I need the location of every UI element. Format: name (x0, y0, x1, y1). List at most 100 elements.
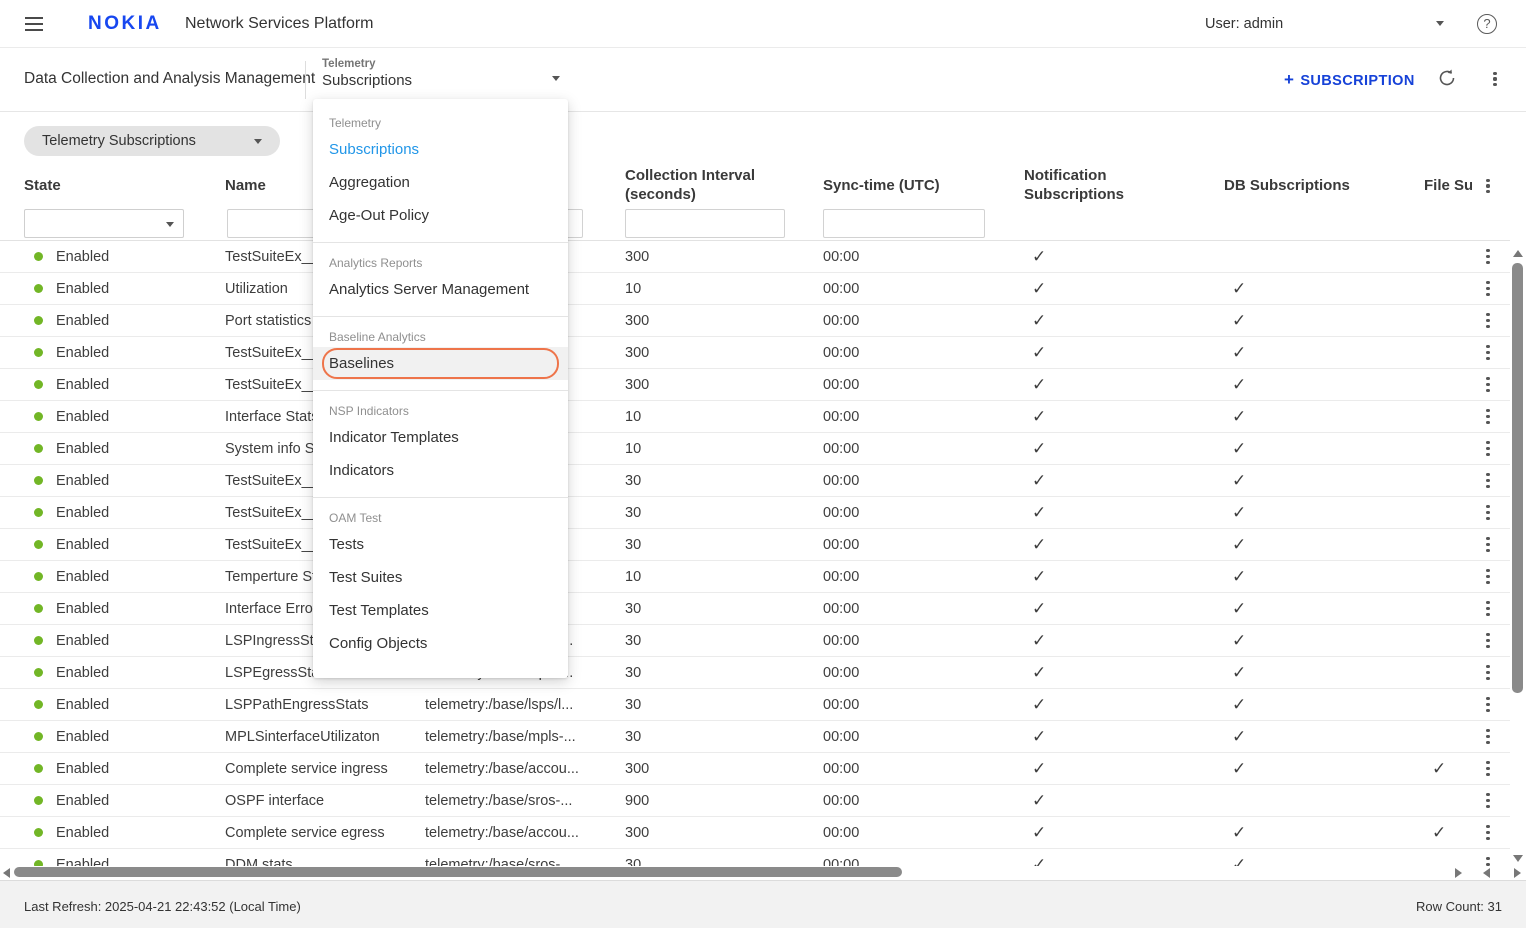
horizontal-scrollbar[interactable] (0, 866, 1526, 879)
add-subscription-button[interactable]: +SUBSCRIPTION (1284, 70, 1415, 90)
sync-time-filter-input[interactable] (823, 209, 985, 238)
menu-item-analytics-server-management[interactable]: Analytics Server Management (313, 273, 568, 306)
table-row[interactable]: EnabledPort statistics...30000:00✓✓ (0, 305, 1510, 337)
view-selector-pill[interactable]: Telemetry Subscriptions (24, 126, 280, 156)
column-header-db[interactable]: DB Subscriptions (1224, 177, 1424, 196)
menu-item-age-out-policy[interactable]: Age-Out Policy (313, 199, 568, 232)
table-row[interactable]: EnabledOSPF interfacetelemetry:/base/sro… (0, 785, 1510, 817)
vertical-scrollbar-thumb[interactable] (1512, 263, 1523, 693)
row-actions-kebab-icon[interactable] (1481, 408, 1495, 426)
table-row[interactable]: EnabledSystem info St...1000:00✓✓ (0, 433, 1510, 465)
row-actions-kebab-icon[interactable] (1481, 280, 1495, 298)
scroll-right-icon[interactable] (1455, 868, 1462, 878)
interval-cell: 300 (625, 761, 823, 777)
column-header-notif[interactable]: Notification Subscriptions (1024, 167, 1224, 205)
row-actions-kebab-icon[interactable] (1481, 312, 1495, 330)
user-menu-label[interactable]: User: admin (1205, 16, 1283, 32)
row-actions-kebab-icon[interactable] (1481, 248, 1495, 266)
table-row[interactable]: EnabledUtilization...1000:00✓✓ (0, 273, 1510, 305)
table-row[interactable]: EnabledTemperture St...1000:00✓✓ (0, 561, 1510, 593)
row-actions-kebab-icon[interactable] (1481, 536, 1495, 554)
table-row[interactable]: EnabledComplete service ingresstelemetry… (0, 753, 1510, 785)
row-actions-kebab-icon[interactable] (1481, 792, 1495, 810)
state-label: Enabled (56, 697, 109, 713)
state-cell: Enabled (24, 633, 225, 649)
horizontal-scrollbar-thumb[interactable] (14, 867, 902, 877)
table-row[interactable]: EnabledComplete service egresstelemetry:… (0, 817, 1510, 849)
row-actions-cell (1472, 344, 1510, 362)
row-actions-kebab-icon[interactable] (1481, 760, 1495, 778)
menu-item-indicator-templates[interactable]: Indicator Templates (313, 421, 568, 454)
table-row[interactable]: EnabledInterface Stats...1000:00✓✓ (0, 401, 1510, 433)
interval-filter-input[interactable] (625, 209, 785, 238)
menu-item-indicators[interactable]: Indicators (313, 454, 568, 487)
refresh-icon[interactable] (1437, 68, 1457, 88)
menu-section-telemetry: TelemetrySubscriptionsAggregationAge-Out… (313, 103, 568, 243)
table-row[interactable]: EnabledTestSuiteEx__...3000:00✓✓ (0, 497, 1510, 529)
sync-time-cell: 00:00 (823, 313, 1024, 329)
table-row[interactable]: EnabledTestSuiteEx__...30000:00✓✓ (0, 337, 1510, 369)
table-row[interactable]: EnabledLSPPathEngressStatstelemetry:/bas… (0, 689, 1510, 721)
state-cell: Enabled (24, 729, 225, 745)
row-actions-kebab-icon[interactable] (1481, 440, 1495, 458)
table-row[interactable]: EnabledLSPEgressStatstelemetry:/base/lsp… (0, 657, 1510, 689)
notification-subscription-check-icon: ✓ (1024, 727, 1224, 747)
notification-subscription-check-icon: ✓ (1024, 663, 1224, 683)
column-header-sync[interactable]: Sync-time (UTC) (823, 177, 1024, 196)
view-picker-chevron-down-icon[interactable] (552, 76, 560, 81)
scroll-left-icon[interactable] (3, 868, 10, 878)
row-actions-kebab-icon[interactable] (1481, 376, 1495, 394)
scroll-down-icon[interactable] (1513, 855, 1523, 862)
row-actions-kebab-icon[interactable] (1481, 344, 1495, 362)
row-actions-kebab-icon[interactable] (1481, 600, 1495, 618)
column-header-label: State (24, 177, 61, 194)
row-actions-kebab-icon[interactable] (1481, 696, 1495, 714)
notification-subscription-check-icon: ✓ (1024, 599, 1224, 619)
menu-item-subscriptions[interactable]: Subscriptions (313, 133, 568, 166)
column-header-label: Sync-time (UTC) (823, 177, 940, 194)
state-filter-select[interactable] (24, 209, 184, 238)
menu-item-test-suites[interactable]: Test Suites (313, 561, 568, 594)
row-actions-kebab-icon[interactable] (1481, 664, 1495, 682)
view-selector-chevron-down-icon (254, 139, 262, 144)
interval-cell: 10 (625, 569, 823, 585)
column-header-state[interactable]: State (24, 177, 225, 196)
sync-time-cell: 00:00 (823, 505, 1024, 521)
row-actions-kebab-icon[interactable] (1481, 504, 1495, 522)
db-subscription-check-icon: ✓ (1224, 727, 1424, 747)
hamburger-menu-icon[interactable] (25, 17, 43, 31)
table-row[interactable]: EnabledTestSuiteEx__...30000:00✓ (0, 241, 1510, 273)
state-label: Enabled (56, 537, 109, 553)
table-row[interactable]: EnabledTestSuiteEx__...3000:00✓✓ (0, 529, 1510, 561)
row-actions-cell (1472, 664, 1510, 682)
table-row[interactable]: EnabledInterface Error...3000:00✓✓ (0, 593, 1510, 625)
table-row[interactable]: EnabledMPLSinterfaceUtilizatontelemetry:… (0, 721, 1510, 753)
column-header-file[interactable]: File Sul (1424, 177, 1472, 196)
row-actions-kebab-icon[interactable] (1481, 824, 1495, 842)
vertical-scrollbar[interactable] (1511, 246, 1525, 868)
menu-item-label: Aggregation (329, 174, 410, 191)
view-picker[interactable]: Telemetry Subscriptions (322, 58, 412, 89)
pinned-scroll-left-icon[interactable] (1483, 868, 1490, 878)
menu-item-aggregation[interactable]: Aggregation (313, 166, 568, 199)
help-icon[interactable]: ? (1477, 14, 1497, 34)
row-actions-kebab-icon[interactable] (1481, 856, 1495, 867)
menu-item-baselines[interactable]: Baselines (313, 347, 568, 380)
table-row[interactable]: EnabledTestSuiteEx__...3000:00✓✓ (0, 465, 1510, 497)
row-actions-kebab-icon[interactable] (1481, 728, 1495, 746)
scroll-up-icon[interactable] (1513, 250, 1523, 257)
row-actions-kebab-icon[interactable] (1481, 568, 1495, 586)
user-menu-chevron-down-icon[interactable] (1436, 21, 1444, 26)
menu-item-test-templates[interactable]: Test Templates (313, 594, 568, 627)
table-row[interactable]: EnabledDDM statstelemetry:/base/sros-...… (0, 849, 1510, 866)
column-header-interval[interactable]: Collection Interval (seconds) (625, 167, 823, 205)
column-options-kebab-icon[interactable] (1481, 177, 1495, 195)
row-actions-kebab-icon[interactable] (1481, 632, 1495, 650)
pinned-scroll-right-icon[interactable] (1514, 868, 1521, 878)
table-row[interactable]: EnabledLSPIngressStatstelemetry:/base/ls… (0, 625, 1510, 657)
menu-item-config-objects[interactable]: Config Objects (313, 627, 568, 660)
table-row[interactable]: EnabledTestSuiteEx__...30000:00✓✓ (0, 369, 1510, 401)
menu-item-tests[interactable]: Tests (313, 528, 568, 561)
row-actions-kebab-icon[interactable] (1481, 472, 1495, 490)
page-options-kebab-icon[interactable] (1488, 70, 1502, 88)
